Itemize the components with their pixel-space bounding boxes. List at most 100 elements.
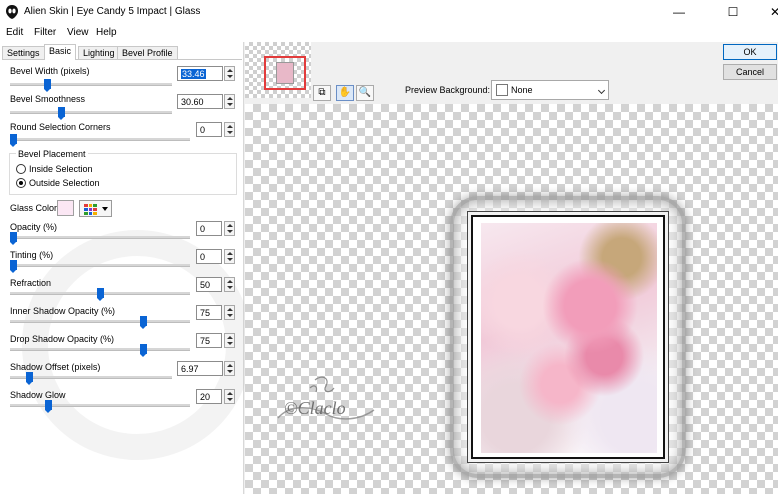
shadow-offset-slider[interactable] <box>10 372 172 385</box>
bevel-width-spinner[interactable] <box>224 66 235 81</box>
tinting-field[interactable]: 0 <box>196 249 222 264</box>
svg-text:©Claclo: ©Claclo <box>284 398 346 418</box>
maximize-button[interactable]: ☐ <box>710 0 756 24</box>
refraction-slider[interactable] <box>10 288 190 301</box>
drop-shadow-opacity-slider[interactable] <box>10 344 190 357</box>
refraction-spinner[interactable] <box>224 277 235 292</box>
opacity-spinner[interactable] <box>224 221 235 236</box>
preview-area: ⧉ ✋ 🔍 Preview Background: None OK Cancel… <box>245 42 778 494</box>
shadow-glow-label: Shadow Glow <box>10 390 66 400</box>
tab-divider <box>2 59 242 60</box>
hand-tool-button[interactable]: ✋ <box>336 85 354 101</box>
shadow-glow-value: 20 <box>200 392 211 402</box>
preview-canvas[interactable]: ©Claclo <box>245 104 778 494</box>
menu-filter[interactable]: Filter <box>34 27 56 38</box>
chevron-down-icon <box>597 86 606 95</box>
color-grid-icon <box>84 204 97 215</box>
shadow-offset-value: 6.97 <box>181 364 199 374</box>
shadow-offset-field[interactable]: 6.97 <box>177 361 223 376</box>
preview-background-value: None <box>511 85 533 95</box>
shadow-offset-thumb[interactable] <box>26 372 33 385</box>
preview-background-label: Preview Background: <box>405 85 491 95</box>
menu-view[interactable]: View <box>67 27 89 38</box>
tab-basic[interactable]: Basic <box>44 44 77 60</box>
bevel-width-slider[interactable] <box>10 79 172 92</box>
opacity-label: Opacity (%) <box>10 222 58 232</box>
opacity-slider[interactable] <box>10 232 190 245</box>
opacity-value: 0 <box>200 224 206 234</box>
drop-shadow-opacity-label: Drop Shadow Opacity (%) <box>10 334 115 344</box>
navigator-viewport-frame[interactable] <box>264 56 306 90</box>
bevel-smoothness-value: 30.60 <box>181 97 204 107</box>
opacity-field[interactable]: 0 <box>196 221 222 236</box>
shadow-glow-spinner[interactable] <box>224 389 235 404</box>
drop-shadow-opacity-thumb[interactable] <box>140 344 147 357</box>
shadow-offset-label: Shadow Offset (pixels) <box>10 362 101 372</box>
shadow-glow-slider[interactable] <box>10 400 190 413</box>
tab-lighting[interactable]: Lighting <box>78 46 120 60</box>
tab-bevel-profile[interactable]: Bevel Profile <box>117 46 178 60</box>
bevel-placement-group <box>9 153 237 195</box>
round-corners-value: 0 <box>200 125 206 135</box>
outside-selection-radio[interactable] <box>16 178 26 188</box>
bevel-width-field[interactable]: 33.46 <box>177 66 223 81</box>
cancel-button[interactable]: Cancel <box>723 64 777 80</box>
shadow-offset-spinner[interactable] <box>224 361 235 376</box>
bevel-placement-title: Bevel Placement <box>16 149 88 159</box>
drop-shadow-opacity-field[interactable]: 75 <box>196 333 222 348</box>
claclo-watermark-logo: ©Claclo <box>277 376 375 420</box>
bevel-width-value: 33.46 <box>181 69 206 79</box>
navigator-thumbnail[interactable] <box>245 42 311 98</box>
bevel-smoothness-slider[interactable] <box>10 107 172 120</box>
outside-selection-label[interactable]: Outside Selection <box>29 178 100 188</box>
drop-shadow-opacity-spinner[interactable] <box>224 333 235 348</box>
close-button[interactable]: ✕ <box>752 0 778 24</box>
navigator-image <box>276 62 294 84</box>
round-corners-field[interactable]: 0 <box>196 122 222 137</box>
hand-icon: ✋ <box>338 87 352 98</box>
zoom-icon: 🔍 <box>358 87 372 98</box>
inner-shadow-opacity-spinner[interactable] <box>224 305 235 320</box>
tab-settings[interactable]: Settings <box>2 46 45 60</box>
glass-color-swatch[interactable] <box>57 200 74 216</box>
refraction-thumb[interactable] <box>97 288 104 301</box>
opacity-thumb[interactable] <box>10 232 17 245</box>
cherry-blossom-photo <box>481 223 657 453</box>
shadow-glow-field[interactable]: 20 <box>196 389 222 404</box>
shadow-glow-thumb[interactable] <box>45 400 52 413</box>
drop-shadow-opacity-value: 75 <box>200 336 211 346</box>
inside-selection-radio[interactable] <box>16 164 26 174</box>
round-corners-spinner[interactable] <box>224 122 235 137</box>
inner-shadow-opacity-thumb[interactable] <box>140 316 147 329</box>
maximize-icon: ☐ <box>727 5 739 19</box>
title-bar: Alien Skin | Eye Candy 5 Impact | Glass … <box>0 0 778 24</box>
glass-color-label: Glass Color <box>10 203 58 213</box>
bevel-smoothness-field[interactable]: 30.60 <box>177 94 223 109</box>
tinting-thumb[interactable] <box>10 260 17 273</box>
menu-help[interactable]: Help <box>96 27 117 38</box>
bevel-width-thumb[interactable] <box>44 79 51 92</box>
bevel-smoothness-thumb[interactable] <box>58 107 65 120</box>
inside-selection-label[interactable]: Inside Selection <box>29 164 93 174</box>
minimize-button[interactable]: — <box>656 0 702 24</box>
tinting-spinner[interactable] <box>224 249 235 264</box>
round-corners-slider[interactable] <box>10 134 190 147</box>
inner-shadow-opacity-slider[interactable] <box>10 316 190 329</box>
ok-button[interactable]: OK <box>723 44 777 60</box>
tinting-label: Tinting (%) <box>10 250 54 260</box>
round-corners-thumb[interactable] <box>10 134 17 147</box>
bevel-smoothness-spinner[interactable] <box>224 94 235 109</box>
zoom-tool-button[interactable]: 🔍 <box>356 85 374 101</box>
refraction-field[interactable]: 50 <box>196 277 222 292</box>
preview-background-select[interactable]: None <box>491 80 609 100</box>
round-corners-label: Round Selection Corners <box>10 122 111 132</box>
settings-panel: Settings Basic Lighting Bevel Profile Be… <box>0 42 252 494</box>
framed-photo-border <box>471 215 665 459</box>
inner-shadow-opacity-value: 75 <box>200 308 211 318</box>
menu-edit[interactable]: Edit <box>6 27 23 38</box>
tinting-slider[interactable] <box>10 260 190 273</box>
compare-button[interactable]: ⧉ <box>313 85 331 101</box>
color-picker-button[interactable] <box>79 200 112 217</box>
menu-bar: Edit Filter View Help <box>0 24 778 42</box>
inner-shadow-opacity-field[interactable]: 75 <box>196 305 222 320</box>
